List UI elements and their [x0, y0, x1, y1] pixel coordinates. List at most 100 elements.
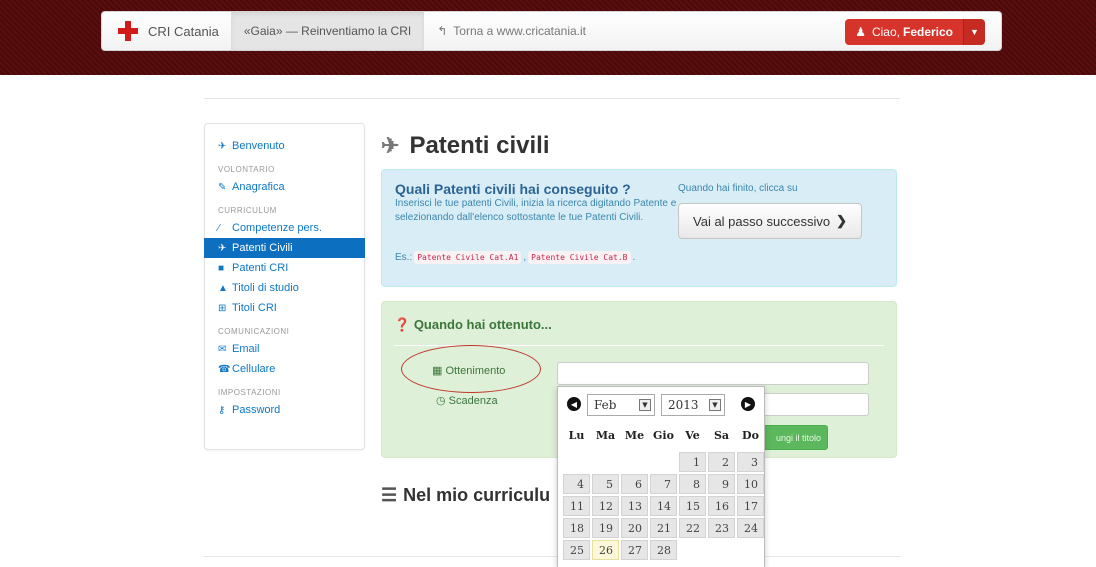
day-cell[interactable]: 19 [592, 518, 619, 538]
weekday-header: Lu Ma Me Gio Ve Sa Do [562, 429, 765, 442]
day-cell[interactable]: 16 [708, 496, 735, 516]
sidebar-item-anagrafica[interactable]: ✎ Anagrafica [205, 177, 364, 197]
obtained-date-input[interactable] [557, 362, 869, 385]
day-cell[interactable]: 14 [650, 496, 677, 516]
day-cell[interactable]: 12 [592, 496, 619, 516]
prev-month-icon[interactable]: ◀ [567, 397, 581, 411]
divider-bottom [204, 556, 900, 557]
nav-back-link-label: Torna a www.cricatania.it [453, 24, 587, 38]
sidebar-heading-impostazioni: IMPOSTAZIONI [218, 388, 281, 397]
nav-tab-gaia[interactable]: «Gaia» — Reinventiamo la CRI [230, 12, 425, 50]
chevron-down-icon: ▼ [709, 399, 721, 411]
user-menu-button[interactable]: ♟ Ciao, Federico ▼ [845, 19, 985, 45]
sidebar-item-titoli-cri[interactable]: ⊞ Titoli CRI [205, 298, 364, 318]
sidebar-item-label: Patenti CRI [232, 262, 289, 274]
reply-arrow-icon: ↰ [437, 24, 448, 38]
plane-icon: ✈ [218, 140, 227, 152]
phone-icon: ☎ [218, 363, 231, 375]
example-end: . [632, 252, 636, 263]
day-cell[interactable]: 2 [708, 452, 735, 472]
day-blank [563, 452, 590, 472]
day-cell[interactable]: 21 [650, 518, 677, 538]
sidebar-item-label: Cellulare [232, 363, 276, 375]
sidebar: ✈ Benvenuto VOLONTARIO ✎ Anagrafica CURR… [204, 123, 365, 450]
day-cell[interactable]: 25 [563, 540, 590, 560]
user-menu-main[interactable]: ♟ Ciao, Federico [845, 19, 963, 45]
magic-wand-icon: ⁄ [218, 222, 220, 234]
day-cell[interactable]: 28 [650, 540, 677, 560]
envelope-icon: ✉ [218, 343, 227, 355]
day-cell[interactable]: 6 [621, 474, 648, 494]
day-cell[interactable]: 22 [679, 518, 706, 538]
info-title: Quali Patenti civili hai conseguito ? [395, 181, 631, 197]
sidebar-item-email[interactable]: ✉ Email [205, 339, 364, 359]
form-title: ❓ Quando hai ottenuto... [394, 317, 552, 333]
next-step-label: Vai al passo successivo [693, 213, 831, 229]
day-cell[interactable]: 23 [708, 518, 735, 538]
edit-icon: ✎ [218, 181, 227, 193]
list-icon: ☰ [381, 485, 398, 505]
sidebar-item-patenti-cri[interactable]: ■ Patenti CRI [205, 258, 364, 278]
page-title-text: Patenti civili [409, 132, 550, 159]
expiry-label: ◷ Scadenza [436, 394, 498, 407]
brand[interactable]: CRI Catania [102, 12, 231, 50]
next-month-icon[interactable]: ▶ [741, 397, 755, 411]
page-title: ✈ Patenti civili [381, 132, 550, 160]
sidebar-item-label: Password [232, 404, 281, 416]
add-title-button[interactable]: ungi il titolo [755, 425, 828, 450]
day-cell[interactable]: 1 [679, 452, 706, 472]
day-cell-today[interactable]: 26 [592, 540, 619, 560]
day-cell[interactable]: 11 [563, 496, 590, 516]
ambulance-icon: ■ [218, 262, 225, 274]
day-cell[interactable]: 20 [621, 518, 648, 538]
plane-icon: ✈ [381, 133, 400, 158]
form-title-text: Quando hai ottenuto... [413, 317, 552, 332]
question-circle-icon: ❓ [394, 317, 411, 332]
sidebar-item-label: Email [232, 343, 260, 355]
weekday-label: Me [624, 429, 645, 442]
day-cell[interactable]: 3 [737, 452, 764, 472]
plane-icon: ✈ [218, 242, 227, 254]
example-separator: , [523, 252, 527, 263]
year-select[interactable]: 2013 ▼ [661, 394, 725, 416]
clock-icon: ◷ [436, 395, 446, 407]
weekday-label: Sa [713, 429, 730, 442]
sidebar-item-competenze[interactable]: ⁄ Competenze pers. [205, 218, 364, 238]
example-code-1: Patente Civile Cat.A1 [414, 251, 522, 264]
sidebar-item-benvenuto[interactable]: ✈ Benvenuto [205, 136, 364, 156]
divider-top [204, 98, 900, 99]
user-icon: ♟ [855, 25, 866, 39]
sidebar-item-label: Anagrafica [232, 181, 285, 193]
day-cell[interactable]: 8 [679, 474, 706, 494]
info-text: Inserisci le tue patenti Civili, inizia … [395, 198, 677, 223]
nav-tab-gaia-label: «Gaia» — Reinventiamo la CRI [243, 24, 412, 38]
datepicker: ◀ Feb ▼ 2013 ▼ ▶ Lu Ma Me Gio Ve Sa Do 1234567… [557, 386, 765, 567]
day-cell[interactable]: 5 [592, 474, 619, 494]
user-name: Federico [902, 25, 953, 39]
sidebar-item-cellulare[interactable]: ☎ Cellulare [205, 359, 364, 379]
key-icon: ⚷ [218, 404, 226, 416]
day-cell[interactable]: 18 [563, 518, 590, 538]
caret-down-icon[interactable]: ▼ [963, 19, 985, 45]
month-select[interactable]: Feb ▼ [587, 394, 655, 416]
chevron-right-icon: ❯ [836, 213, 847, 228]
sidebar-item-titoli-studio[interactable]: ▲ Titoli di studio [205, 278, 364, 298]
sidebar-item-label: Competenze pers. [232, 222, 322, 234]
user-greeting: Ciao, [871, 25, 900, 39]
day-cell[interactable]: 4 [563, 474, 590, 494]
day-cell[interactable]: 17 [737, 496, 764, 516]
day-cell[interactable]: 15 [679, 496, 706, 516]
sidebar-item-password[interactable]: ⚷ Password [205, 400, 364, 420]
red-cross-logo-icon [118, 21, 138, 41]
day-cell[interactable]: 9 [708, 474, 735, 494]
sidebar-item-label: Patenti Civili [232, 242, 293, 254]
weekday-label: Ve [685, 429, 700, 442]
next-step-button[interactable]: Vai al passo successivo ❯ [678, 203, 862, 239]
day-cell[interactable]: 27 [621, 540, 648, 560]
day-cell[interactable]: 13 [621, 496, 648, 516]
day-cell[interactable]: 24 [737, 518, 764, 538]
day-cell[interactable]: 10 [737, 474, 764, 494]
day-cell[interactable]: 7 [650, 474, 677, 494]
nav-back-link[interactable]: ↰ Torna a www.cricatania.it [424, 12, 599, 50]
sidebar-item-patenti-civili[interactable]: ✈ Patenti Civili [204, 238, 365, 258]
